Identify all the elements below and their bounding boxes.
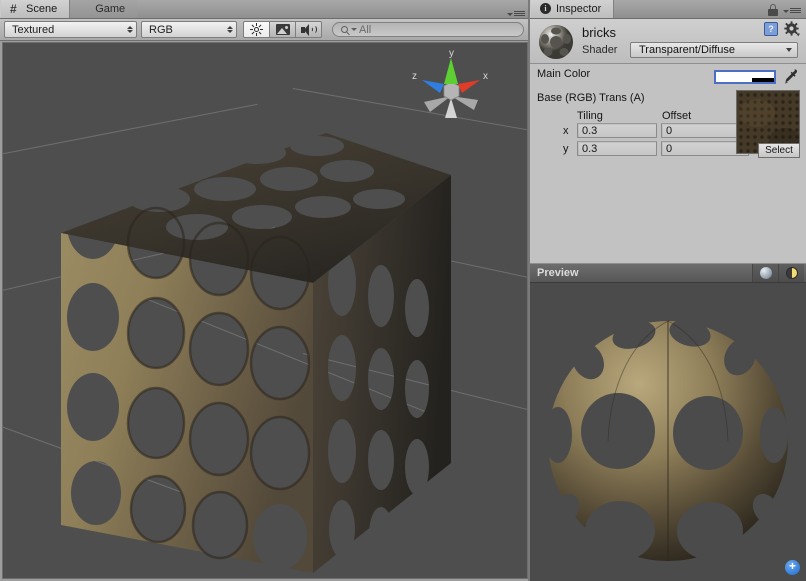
color-mode-value: RGB xyxy=(149,24,173,36)
gizmo-x-label: x xyxy=(483,71,488,82)
texture-slot[interactable]: Select xyxy=(736,90,800,158)
select-texture-button[interactable]: Select xyxy=(758,143,800,158)
main-color-row: Main Color xyxy=(537,68,800,88)
tiling-offset-headers: Tiling Offset xyxy=(563,110,763,122)
main-color-swatch[interactable] xyxy=(714,70,776,84)
tab-game-label: Game xyxy=(95,3,125,15)
preview-header: Preview xyxy=(530,263,806,283)
material-sphere-icon xyxy=(536,22,576,62)
inspector-header: bricks Shader Transparent/Diffuse ? xyxy=(530,19,806,64)
info-icon: i xyxy=(540,3,552,15)
asset-name: bricks xyxy=(582,25,616,40)
shader-label: Shader xyxy=(582,44,617,56)
preview-buttons xyxy=(752,264,804,282)
main-color-label: Main Color xyxy=(537,68,590,80)
add-preview-button[interactable]: + xyxy=(785,560,800,575)
scene-tab-controls xyxy=(507,11,530,18)
search-placeholder: All xyxy=(359,24,371,36)
chevron-down-icon xyxy=(786,48,792,52)
tab-game[interactable]: Game xyxy=(70,0,137,18)
speaker-icon xyxy=(301,24,316,36)
preview-sphere-icon xyxy=(760,267,772,279)
scene-tab-strip: # Scene Game xyxy=(0,0,530,19)
tab-inspector-label: Inspector xyxy=(556,3,601,15)
tab-scene[interactable]: # Scene xyxy=(0,0,70,18)
unity-editor-window: # Scene Game Textured RGB xyxy=(0,0,806,581)
sun-icon xyxy=(250,23,263,36)
scene-axis-gizmo[interactable]: y x z xyxy=(404,46,499,131)
offset-header: Offset xyxy=(662,110,691,122)
pacman-icon xyxy=(79,3,91,15)
scene-panel: # Scene Game Textured RGB xyxy=(0,0,530,581)
audio-toggle[interactable] xyxy=(295,21,322,38)
eyedropper-icon[interactable] xyxy=(782,68,798,85)
shader-dropdown[interactable]: Transparent/Diffuse xyxy=(630,42,798,58)
tiling-y-field[interactable]: 0.3 xyxy=(577,141,657,156)
search-icon xyxy=(341,26,348,33)
tab-scene-label: Scene xyxy=(26,3,57,15)
hamburger-menu-icon[interactable] xyxy=(783,8,801,13)
help-icon[interactable]: ? xyxy=(764,22,778,36)
shader-value: Transparent/Diffuse xyxy=(639,44,735,56)
scene-object-cube[interactable] xyxy=(51,133,451,579)
tiling-offset-row-y: y 0.3 0 xyxy=(563,141,763,156)
axis-label-y: y xyxy=(563,143,577,155)
search-input[interactable]: All xyxy=(332,22,524,37)
tiling-header: Tiling xyxy=(577,110,662,122)
view-mode-value: Textured xyxy=(12,24,54,36)
tiling-offset-grid: Tiling Offset x 0.3 0 y 0.3 0 xyxy=(563,110,763,159)
preview-viewport[interactable]: + xyxy=(530,283,806,581)
picture-icon xyxy=(276,24,290,35)
alpha-bar xyxy=(752,78,774,82)
skybox-toggle[interactable] xyxy=(269,21,296,38)
inspector-tab-strip: i Inspector xyxy=(530,0,806,19)
chevron-down-icon xyxy=(351,28,357,31)
lighting-toggle[interactable] xyxy=(243,21,270,38)
gear-icon[interactable] xyxy=(784,21,800,37)
tiling-x-field[interactable]: 0.3 xyxy=(577,123,657,138)
preview-lighting-button[interactable] xyxy=(778,264,804,282)
updown-arrows-icon xyxy=(227,26,233,33)
preview-title: Preview xyxy=(537,267,579,279)
color-mode-dropdown[interactable]: RGB xyxy=(141,21,237,38)
updown-arrows-icon xyxy=(127,26,133,33)
lock-icon[interactable] xyxy=(767,4,778,16)
gizmo-y-label: y xyxy=(449,48,454,59)
scene-toggle-group xyxy=(243,21,322,38)
inspector-panel: i Inspector xyxy=(530,0,806,581)
inspector-properties: Main Color Base (RGB) Trans (A) Tiling O… xyxy=(530,64,806,261)
tiling-offset-row-x: x 0.3 0 xyxy=(563,123,763,138)
axis-label-x: x xyxy=(563,125,577,137)
view-mode-dropdown[interactable]: Textured xyxy=(4,21,137,38)
preview-mesh-button[interactable] xyxy=(752,264,778,282)
scene-viewport[interactable]: y x z xyxy=(2,42,528,579)
gizmo-z-label: z xyxy=(412,71,417,82)
hamburger-menu-icon[interactable] xyxy=(507,11,525,16)
tab-inspector[interactable]: i Inspector xyxy=(530,0,614,18)
hash-icon: # xyxy=(10,3,22,15)
inspector-tab-controls xyxy=(767,4,806,18)
preview-lighting-icon xyxy=(786,267,798,279)
scene-toolbar: Textured RGB xyxy=(0,19,530,41)
